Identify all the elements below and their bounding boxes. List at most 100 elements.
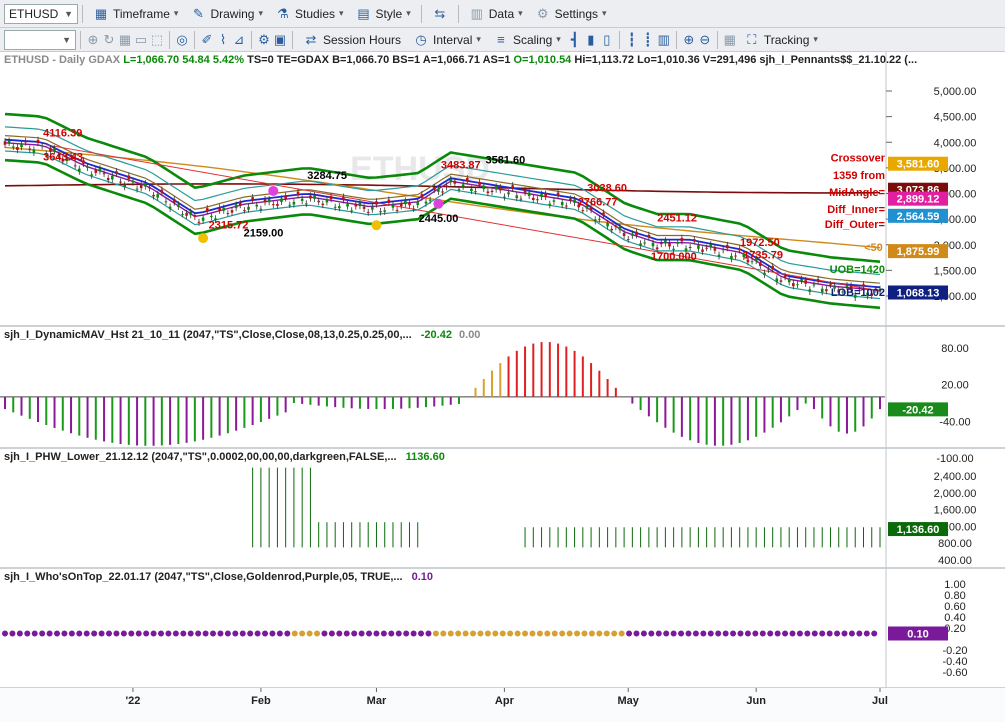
candle-body <box>569 198 572 201</box>
wot-dot <box>180 630 187 637</box>
price-label: 2766.77 <box>578 196 618 208</box>
cursor-icon[interactable]: ⊕ <box>85 32 101 48</box>
interval-button[interactable]: ◷ Interval ▾ <box>407 29 487 51</box>
wot-dot <box>856 630 863 637</box>
measure-icon[interactable]: ⊿ <box>231 32 247 48</box>
layout-icon[interactable]: ▦ <box>722 32 738 48</box>
candle-body <box>222 207 226 211</box>
zoom-out-icon[interactable]: ⊖ <box>697 32 713 48</box>
link-button[interactable]: ⇆ <box>426 3 454 25</box>
phw-axis-label: 400.00 <box>938 555 972 567</box>
style-button[interactable]: ▤ Style ▾ <box>350 3 417 25</box>
drawing-tool-icon[interactable]: ✐ <box>199 32 215 48</box>
candle-body <box>750 261 754 263</box>
side-annotation: Diff_Inner= <box>827 204 885 216</box>
wot-dot <box>395 630 402 637</box>
chart-tool-icon[interactable]: ⌇ <box>215 32 231 48</box>
candle-chart-icon[interactable]: ▮ <box>583 32 599 48</box>
candle-body <box>371 206 374 210</box>
candle-body <box>445 185 448 188</box>
candle-body <box>189 211 193 216</box>
mav-axis-label: 20.00 <box>941 380 969 392</box>
session-hours-button[interactable]: ⇄ Session Hours <box>297 29 407 51</box>
wot-dot <box>9 630 16 637</box>
candle-body <box>536 199 539 201</box>
toolbar-divider <box>194 30 195 49</box>
tracking-icon: ⛶ <box>747 31 757 47</box>
wot-dot <box>16 630 23 637</box>
candle-body <box>383 210 387 212</box>
candle-body <box>626 239 630 241</box>
timeframe-button[interactable]: ▦ Timeframe ▾ <box>87 3 184 25</box>
candle-body <box>470 188 473 192</box>
price-label: 1735.79 <box>743 249 783 261</box>
zoom-region-icon[interactable]: ⬚ <box>149 32 165 48</box>
chart-svg[interactable]: ETHUSD4116.393643.432315.722159.003284.7… <box>0 52 1005 722</box>
wot-dot <box>648 630 655 637</box>
price-badge-text: 2,899.12 <box>897 194 940 206</box>
toolbar-divider <box>169 30 170 49</box>
wot-dot <box>484 630 491 637</box>
wot-dot <box>143 630 150 637</box>
candle-body <box>721 249 725 251</box>
refresh-icon[interactable]: ↻ <box>101 32 117 48</box>
candle-body <box>808 289 812 292</box>
candle-body <box>503 196 506 198</box>
wot-dot <box>232 630 239 637</box>
histogram-icon[interactable]: ┋ <box>640 32 656 48</box>
candle-body <box>800 278 803 281</box>
wot-dot <box>470 630 477 637</box>
candle-body <box>494 186 498 190</box>
candle-body <box>77 168 81 172</box>
mav-badge-text: -20.42 <box>902 404 933 416</box>
wot-dot <box>432 630 439 637</box>
chart-select[interactable]: ▼ <box>4 29 76 50</box>
grid-icon[interactable]: ▦ <box>117 32 133 48</box>
candle-body <box>465 178 469 182</box>
candle-body <box>697 245 700 249</box>
candle-body <box>519 198 523 200</box>
interval-label: Interval <box>433 32 473 47</box>
candle-body <box>668 243 671 247</box>
data-button[interactable]: ▥ Data ▾ <box>463 3 529 25</box>
bar-chart-icon[interactable]: ┫ <box>567 32 583 48</box>
wot-dot <box>685 630 692 637</box>
price-axis-label: 4,500.00 <box>934 112 977 124</box>
drawing-button[interactable]: ✎ Drawing ▾ <box>184 3 269 25</box>
chart-area[interactable]: ETHUSD 4116.39 3643.43 2315.72 2159.00 3284.7… <box>0 52 1005 722</box>
window-icon[interactable]: ▭ <box>133 32 149 48</box>
wot-dot <box>804 630 811 637</box>
zoom-in-icon[interactable]: ⊕ <box>681 32 697 48</box>
wot-badge-text: 0.10 <box>907 629 928 641</box>
candle-body <box>40 145 44 147</box>
settings-button[interactable]: ⚙ Settings ▾ <box>529 3 613 25</box>
candle-body <box>16 146 19 150</box>
tracking-button[interactable]: ⛶ Tracking ▾ <box>738 29 824 51</box>
studies-button[interactable]: ⚗ Studies ▾ <box>269 3 350 25</box>
candle-body <box>498 187 502 191</box>
wot-dot <box>418 630 425 637</box>
scaling-button[interactable]: ≡ Scaling ▾ <box>487 29 567 51</box>
wot-dot <box>678 630 685 637</box>
compass-icon[interactable]: ◎ <box>174 32 190 48</box>
wot-dot <box>224 630 231 637</box>
wot-dot <box>655 630 662 637</box>
candle-chart-filled-icon[interactable]: ▯ <box>599 32 615 48</box>
columns-icon[interactable]: ▥ <box>656 32 672 48</box>
volume-bars-icon[interactable]: ┇ <box>624 32 640 48</box>
wot-dot <box>774 630 781 637</box>
candle-body <box>375 201 378 205</box>
object-window-icon[interactable]: ▣ <box>272 32 288 48</box>
data-label: Data <box>488 6 515 21</box>
candle-body <box>338 206 341 209</box>
wot-dot <box>455 630 462 637</box>
low-marker-dot <box>198 233 209 244</box>
object-settings-icon[interactable]: ⚙ <box>256 32 272 48</box>
candle-body <box>342 196 345 201</box>
candle-body <box>527 192 531 196</box>
symbol-input[interactable]: ETHUSD ▼ <box>4 3 78 24</box>
mav-axis-label: -100.00 <box>936 453 973 465</box>
wot-dot <box>796 630 803 637</box>
chevron-down-icon[interactable]: ▼ <box>64 9 73 19</box>
candle-body <box>635 231 638 236</box>
